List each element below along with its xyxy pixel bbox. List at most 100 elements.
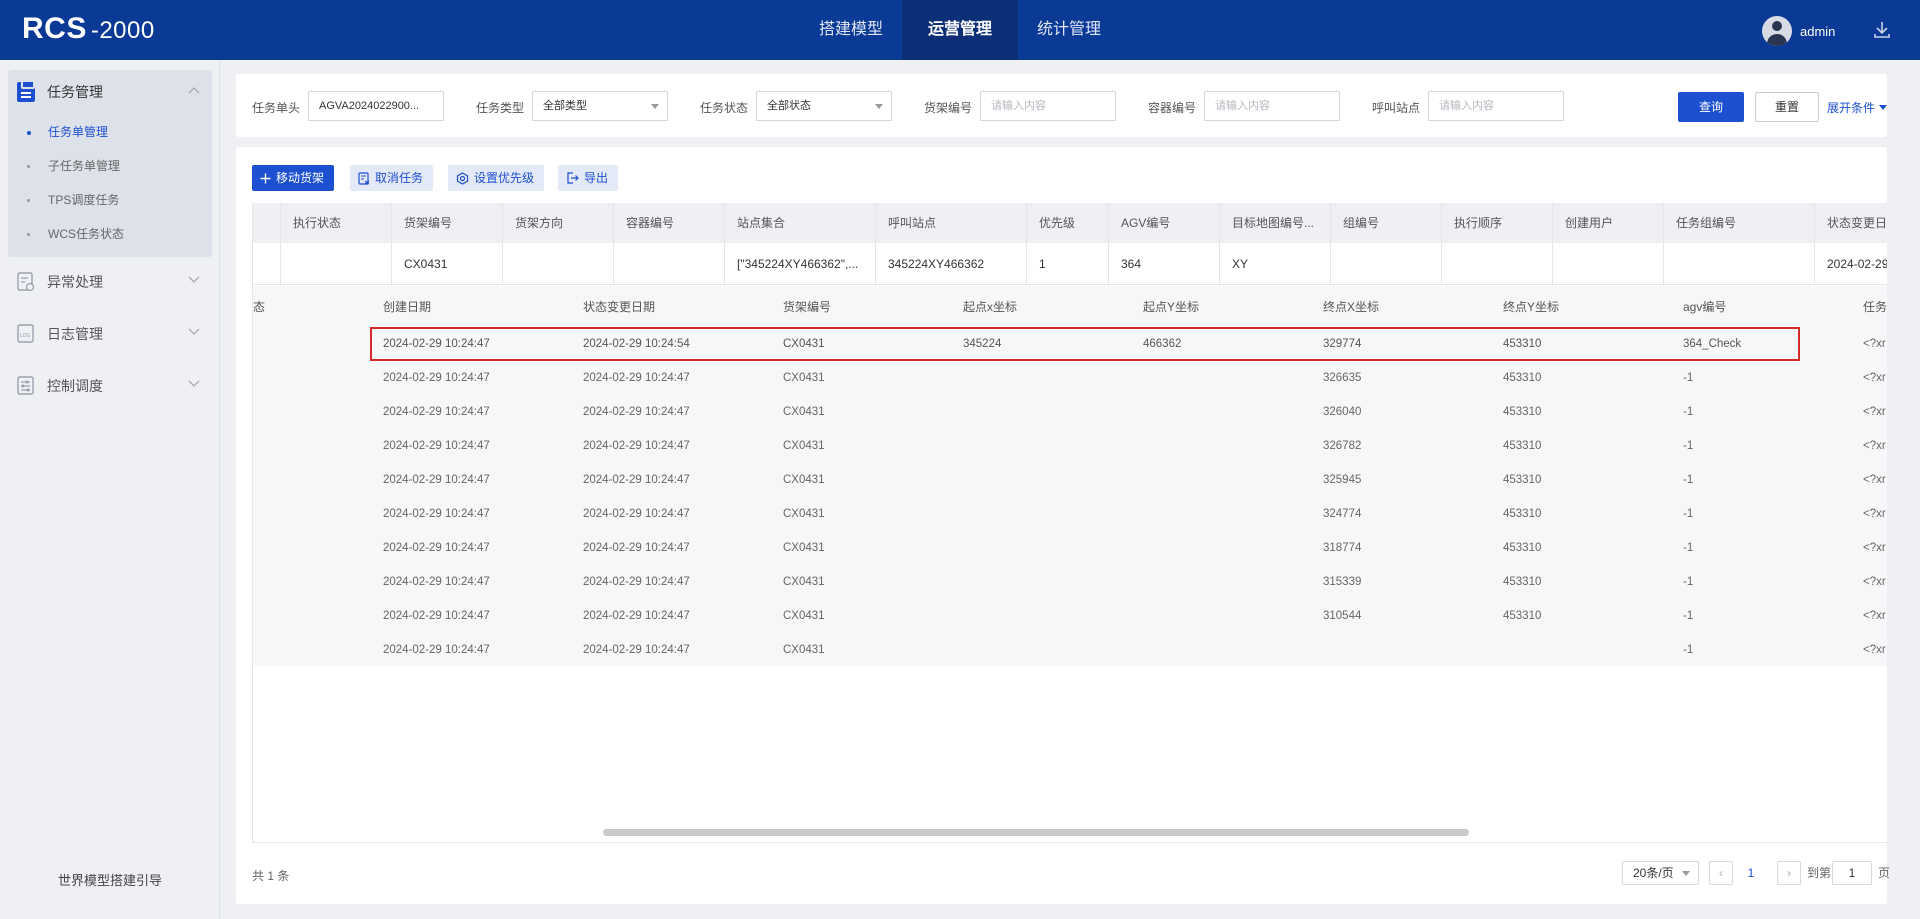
sub-cell: 2024-02-29 10:24:47 bbox=[583, 508, 690, 520]
page-size-value: 20条/页 bbox=[1633, 866, 1674, 880]
col-header-task-group[interactable]: 任务组编号 bbox=[1664, 203, 1815, 243]
table-row[interactable]: CX0431 ["345224XY466362",... 345224XY466… bbox=[253, 243, 1887, 285]
task-type-label: 任务类型 bbox=[476, 101, 525, 115]
sub-col-create-date: 创建日期 bbox=[383, 300, 432, 314]
sub-col-shelf-no: 货架编号 bbox=[783, 300, 832, 314]
sub-cell: 364_Check bbox=[1683, 338, 1742, 350]
cell-create-user bbox=[1553, 243, 1664, 285]
sub-cell: 2024-02-29 10:24:47 bbox=[383, 610, 490, 622]
sidebar-item-log[interactable]: LOG 日志管理 bbox=[8, 312, 212, 356]
task-no-input[interactable]: AGVA2024022900... bbox=[308, 91, 444, 121]
subtask-row[interactable]: 2024-02-29 10:24:47 2024-02-29 10:24:47 … bbox=[253, 463, 1887, 497]
cell-expand[interactable] bbox=[253, 243, 281, 285]
sub-cell: CX0431 bbox=[783, 474, 825, 486]
scrollbar-thumb[interactable] bbox=[603, 829, 1469, 836]
page-size-select[interactable]: 20条/页 bbox=[1622, 861, 1699, 885]
world-model-guide-link[interactable]: 世界模型搭建引导 bbox=[0, 870, 220, 889]
subtask-row[interactable]: 2024-02-29 10:24:47 2024-02-29 10:24:47 … bbox=[253, 599, 1887, 633]
user-name: admin bbox=[1800, 23, 1836, 39]
col-header-exec-order[interactable]: 执行顺序 bbox=[1442, 203, 1553, 243]
task-status-select[interactable]: 全部状态 bbox=[756, 91, 892, 121]
col-header-station-set[interactable]: 站点集合 bbox=[725, 203, 876, 243]
col-header-agv-no[interactable]: AGV编号 bbox=[1109, 203, 1220, 243]
sub-cell: -1 bbox=[1683, 542, 1694, 554]
sub-col-end-x: 终点X坐标 bbox=[1323, 300, 1380, 314]
shelf-no-input[interactable]: 请输入内容 bbox=[980, 91, 1116, 121]
query-button[interactable]: 查询 bbox=[1678, 92, 1744, 122]
col-header-shelf-no[interactable]: 货架编号 bbox=[392, 203, 503, 243]
col-header-priority[interactable]: 优先级 bbox=[1027, 203, 1109, 243]
nav-operations[interactable]: 运营管理 bbox=[902, 0, 1019, 60]
goto-page-input[interactable]: 1 bbox=[1832, 861, 1872, 885]
col-header-shelf-dir[interactable]: 货架方向 bbox=[503, 203, 614, 243]
subtask-row[interactable]: 2024-02-29 10:24:47 2024-02-29 10:24:47 … bbox=[253, 531, 1887, 565]
cell-call-station: 345224XY466362 bbox=[876, 243, 1027, 285]
move-shelf-button[interactable]: 移动货架 bbox=[252, 165, 335, 191]
sidebar-subitem-task-order[interactable]: 任务单管理 bbox=[8, 117, 212, 147]
sub-cell: 453310 bbox=[1503, 508, 1542, 520]
user-menu[interactable]: admin bbox=[1762, 16, 1835, 46]
sidebar-item-task-management[interactable]: 任务管理 bbox=[8, 70, 212, 114]
sub-cell: 2024-02-29 10:24:47 bbox=[583, 440, 690, 452]
sub-cell: -1 bbox=[1683, 372, 1694, 384]
sidebar-item-exception[interactable]: 异常处理 bbox=[8, 260, 212, 304]
sub-cell: 318774 bbox=[1323, 542, 1362, 554]
log-icon: LOG bbox=[17, 324, 34, 343]
col-header-status-date[interactable]: 状态变更日 bbox=[1815, 203, 1887, 243]
expand-conditions-button[interactable]: 展开条件 bbox=[1827, 99, 1888, 116]
sub-cell: -1 bbox=[1683, 474, 1694, 486]
col-header-container-no[interactable]: 容器编号 bbox=[614, 203, 725, 243]
sidebar-subitem-wcs-status[interactable]: WCS任务状态 bbox=[8, 219, 212, 249]
caret-down-icon bbox=[1879, 105, 1888, 110]
app-logo: RCS -2000 bbox=[22, 12, 155, 45]
next-page-button[interactable]: › bbox=[1777, 861, 1801, 885]
sidebar-subitem-subtask-order[interactable]: 子任务单管理 bbox=[8, 151, 212, 181]
subtask-row[interactable]: 2024-02-29 10:24:47 2024-02-29 10:24:47 … bbox=[253, 429, 1887, 463]
sidebar-subitem-tps-task[interactable]: TPS调度任务 bbox=[8, 185, 212, 215]
col-header-call-station[interactable]: 呼叫站点 bbox=[876, 203, 1027, 243]
task-type-select[interactable]: 全部类型 bbox=[532, 91, 668, 121]
sub-cell: -1 bbox=[1683, 440, 1694, 452]
subtask-row-highlighted[interactable]: 2024-02-29 10:24:47 2024-02-29 10:24:54 … bbox=[370, 327, 1800, 361]
sub-cell: CX0431 bbox=[783, 372, 825, 384]
sub-cell: 2024-02-29 10:24:47 bbox=[583, 542, 690, 554]
subtask-row[interactable]: 2024-02-29 10:24:47 2024-02-29 10:24:47 … bbox=[253, 395, 1887, 429]
prev-page-button[interactable]: ‹ bbox=[1709, 861, 1733, 885]
sub-cell: -1 bbox=[1683, 508, 1694, 520]
col-header-create-user[interactable]: 创建用户 bbox=[1553, 203, 1664, 243]
call-station-input[interactable]: 请输入内容 bbox=[1428, 91, 1564, 121]
nav-statistics[interactable]: 统计管理 bbox=[1018, 0, 1120, 60]
export-button[interactable]: 导出 bbox=[558, 165, 619, 191]
exception-icon bbox=[17, 272, 35, 292]
subtask-row[interactable]: 2024-02-29 10:24:47 2024-02-29 10:24:47 … bbox=[253, 497, 1887, 531]
page-unit-label: 页 bbox=[1878, 866, 1891, 880]
cell-station-set: ["345224XY466362",... bbox=[725, 243, 876, 285]
sub-col-start-x: 起点x坐标 bbox=[963, 300, 1018, 314]
reset-button[interactable]: 重置 bbox=[1755, 92, 1819, 122]
sub-cell: CX0431 bbox=[783, 644, 825, 656]
sidebar-item-control[interactable]: 控制调度 bbox=[8, 364, 212, 408]
subtask-row[interactable]: 2024-02-29 10:24:47 2024-02-29 10:24:47 … bbox=[253, 361, 1887, 395]
task-grid: 执行状态 货架编号 货架方向 容器编号 站点集合 呼叫站点 优先级 AGV编号 … bbox=[252, 203, 1887, 843]
sub-cell: 2024-02-29 10:24:47 bbox=[583, 406, 690, 418]
container-no-input[interactable]: 请输入内容 bbox=[1204, 91, 1340, 121]
col-header-group-no[interactable]: 组编号 bbox=[1331, 203, 1442, 243]
control-icon bbox=[17, 376, 34, 395]
col-header-target-map[interactable]: 目标地图编号... bbox=[1220, 203, 1331, 243]
sub-cell: 466362 bbox=[1143, 338, 1182, 350]
set-priority-button[interactable]: 设置优先级 bbox=[448, 165, 545, 191]
col-header-exec-status[interactable]: 执行状态 bbox=[281, 203, 392, 243]
download-icon[interactable] bbox=[1872, 20, 1892, 40]
subtask-row[interactable]: 2024-02-29 10:24:47 2024-02-29 10:24:47 … bbox=[253, 565, 1887, 599]
sub-cell: <?xr bbox=[1863, 372, 1886, 384]
sub-cell: -1 bbox=[1683, 406, 1694, 418]
sub-cell: <?xr bbox=[1863, 474, 1886, 486]
page-number-current[interactable]: 1 bbox=[1741, 861, 1761, 885]
container-no-label: 容器编号 bbox=[1148, 101, 1197, 115]
task-status-label: 任务状态 bbox=[700, 101, 749, 115]
nav-build-model[interactable]: 搭建模型 bbox=[800, 0, 902, 60]
cancel-task-button[interactable]: 取消任务 bbox=[350, 165, 434, 191]
subtask-row[interactable]: 2024-02-29 10:24:47 2024-02-29 10:24:47 … bbox=[253, 633, 1887, 666]
horizontal-scrollbar[interactable] bbox=[253, 825, 1887, 839]
clipboard-icon bbox=[17, 80, 35, 102]
